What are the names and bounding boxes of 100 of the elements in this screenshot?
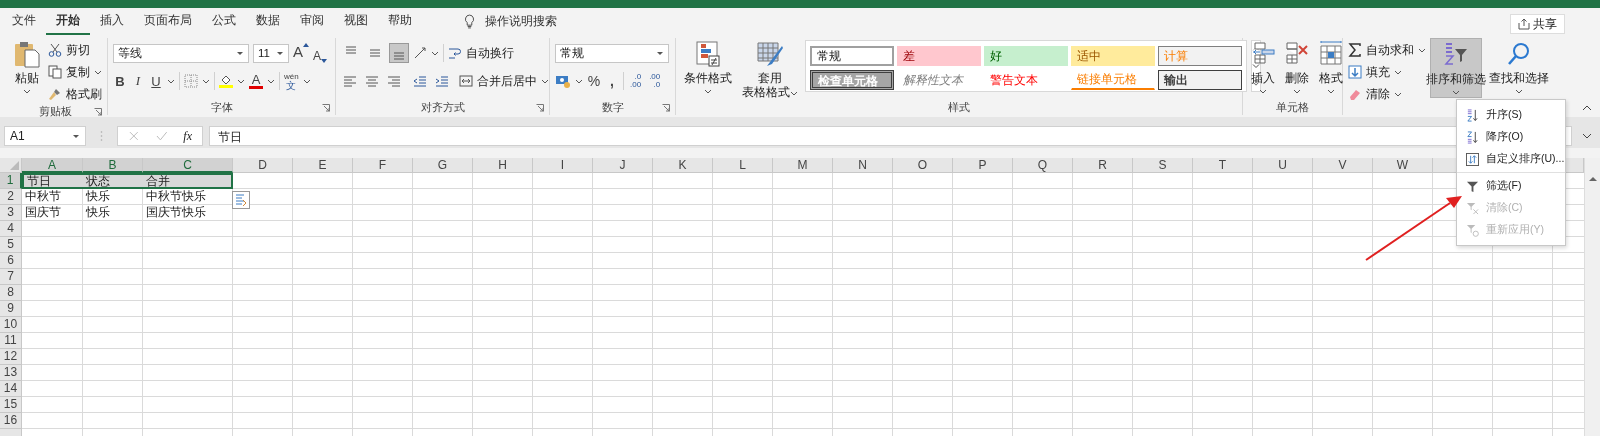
dialog-launcher-icon[interactable] xyxy=(322,104,330,112)
font-color-button[interactable]: A xyxy=(249,73,263,89)
expand-icon[interactable] xyxy=(1582,133,1592,139)
row-header[interactable]: 1 xyxy=(0,173,22,189)
row-header[interactable]: 13 xyxy=(0,365,22,381)
name-box[interactable]: A1 xyxy=(4,126,86,146)
cell-style-option[interactable]: 解释性文本 xyxy=(897,70,981,90)
insert-function-button[interactable]: fx xyxy=(183,128,192,144)
increase-indent-icon[interactable] xyxy=(433,74,451,88)
row-header[interactable]: 8 xyxy=(0,285,22,301)
collapse-ribbon-icon[interactable] xyxy=(1582,105,1592,111)
row-header[interactable]: 15 xyxy=(0,397,22,413)
decrease-font-button[interactable]: A xyxy=(313,43,328,63)
row-header[interactable]: 2 xyxy=(0,189,22,205)
column-header[interactable]: O xyxy=(893,158,953,173)
column-header[interactable]: V xyxy=(1313,158,1373,173)
column-header[interactable]: K xyxy=(653,158,713,173)
quick-analysis-icon[interactable] xyxy=(232,191,250,209)
row-header[interactable]: 14 xyxy=(0,381,22,397)
cell-style-option[interactable]: 警告文本 xyxy=(984,70,1068,90)
ribbon-tab[interactable]: 视图 xyxy=(334,8,378,35)
bold-button[interactable]: B xyxy=(113,71,127,91)
italic-button[interactable]: I xyxy=(131,71,145,91)
delete-cells-button[interactable]: 删除 xyxy=(1282,38,1312,98)
percent-button[interactable]: % xyxy=(587,71,601,91)
comma-style-button[interactable]: , xyxy=(605,71,619,91)
row-header[interactable]: 5 xyxy=(0,237,22,253)
cell-style-option[interactable]: 常规 xyxy=(810,46,894,66)
menu-item[interactable]: 升序(S) xyxy=(1457,104,1565,126)
number-format-dropdown[interactable]: 常规 xyxy=(555,43,669,63)
column-header[interactable]: J xyxy=(593,158,653,173)
format-as-table-button[interactable]: 套用 表格格式 xyxy=(739,38,801,98)
row-header[interactable]: 10 xyxy=(0,317,22,333)
ribbon-tab[interactable]: 数据 xyxy=(246,8,290,35)
dialog-launcher-icon[interactable] xyxy=(94,108,102,116)
menu-item[interactable]: 自定义排序(U)... xyxy=(1457,148,1565,170)
autosum-button[interactable]: 自动求和 xyxy=(1348,40,1426,60)
column-header[interactable]: N xyxy=(833,158,893,173)
cell-style-option[interactable]: 差 xyxy=(897,46,981,66)
increase-decimal-button[interactable]: .0 .00 xyxy=(628,73,644,89)
cell-style-option[interactable]: 好 xyxy=(984,46,1068,66)
clear-button[interactable]: 清除 xyxy=(1348,84,1426,104)
merge-center-button[interactable]: 合并后居中 xyxy=(459,71,549,91)
horizontal-align-icon[interactable] xyxy=(341,74,359,88)
ribbon-tab[interactable]: 插入 xyxy=(90,8,134,35)
row-header[interactable]: 9 xyxy=(0,301,22,317)
ribbon-tab[interactable]: 开始 xyxy=(46,8,90,35)
column-header[interactable]: T xyxy=(1193,158,1253,173)
scroll-up-icon[interactable] xyxy=(1588,176,1597,181)
column-header[interactable]: W xyxy=(1373,158,1433,173)
scroll-up-icon[interactable] xyxy=(1252,46,1260,53)
currency-icon[interactable] xyxy=(555,74,571,88)
font-name-dropdown[interactable]: 等线 xyxy=(113,43,249,63)
row-header[interactable]: 4 xyxy=(0,221,22,237)
fill-bucket-icon[interactable] xyxy=(219,74,233,88)
ribbon-tab[interactable]: 文件 xyxy=(2,8,46,35)
more-icon[interactable] xyxy=(1252,79,1260,86)
column-header[interactable]: R xyxy=(1073,158,1133,173)
horizontal-align-icon[interactable] xyxy=(385,74,403,88)
column-header[interactable]: U xyxy=(1253,158,1313,173)
scroll-down-icon[interactable] xyxy=(1252,63,1260,69)
ribbon-tab[interactable]: 公式 xyxy=(202,8,246,35)
row-header[interactable]: 12 xyxy=(0,349,22,365)
cancel-icon[interactable] xyxy=(128,130,140,142)
row-header[interactable]: 7 xyxy=(0,269,22,285)
ribbon-tab[interactable]: 审阅 xyxy=(290,8,334,35)
increase-font-button[interactable]: A xyxy=(293,43,309,63)
ribbon-tab[interactable]: 帮助 xyxy=(378,8,422,35)
phonetic-guide-button[interactable]: wén 文 xyxy=(284,71,299,91)
format-painter-button[interactable]: 格式刷 xyxy=(48,84,102,104)
decrease-indent-icon[interactable] xyxy=(411,74,429,88)
column-header[interactable]: Q xyxy=(1013,158,1073,173)
column-header[interactable]: P xyxy=(953,158,1013,173)
column-header[interactable]: E xyxy=(293,158,353,173)
check-icon[interactable] xyxy=(155,130,168,142)
row-header[interactable]: 3 xyxy=(0,205,22,221)
fill-button[interactable]: 填充 xyxy=(1348,62,1426,82)
text-orientation-icon[interactable] xyxy=(413,46,427,60)
find-select-button[interactable]: 查找和选择 xyxy=(1486,38,1552,98)
insert-cells-button[interactable]: 插入 xyxy=(1248,38,1278,98)
column-header[interactable]: L xyxy=(713,158,773,173)
ribbon-tab[interactable]: 页面布局 xyxy=(134,8,202,35)
column-header[interactable]: M xyxy=(773,158,833,173)
borders-icon[interactable] xyxy=(184,74,198,88)
column-header[interactable]: G xyxy=(413,158,473,173)
dialog-launcher-icon[interactable] xyxy=(536,104,544,112)
drag-handle-icon[interactable] xyxy=(100,130,103,142)
menu-item[interactable]: 降序(O) xyxy=(1457,126,1565,148)
cut-button[interactable]: 剪切 xyxy=(48,40,102,60)
decrease-decimal-button[interactable]: .00 .0 xyxy=(647,73,663,89)
select-all-corner[interactable] xyxy=(0,158,22,173)
column-header[interactable]: C xyxy=(143,158,233,173)
column-header[interactable]: D xyxy=(233,158,293,173)
format-cells-button[interactable]: 格式 xyxy=(1316,38,1346,98)
cell-style-option[interactable]: 适中 xyxy=(1071,46,1155,66)
column-header[interactable]: A xyxy=(22,158,83,173)
column-header[interactable]: S xyxy=(1133,158,1193,173)
column-header[interactable]: I xyxy=(533,158,593,173)
underline-button[interactable]: U xyxy=(149,71,163,91)
paste-button[interactable]: 粘贴 xyxy=(9,38,44,98)
